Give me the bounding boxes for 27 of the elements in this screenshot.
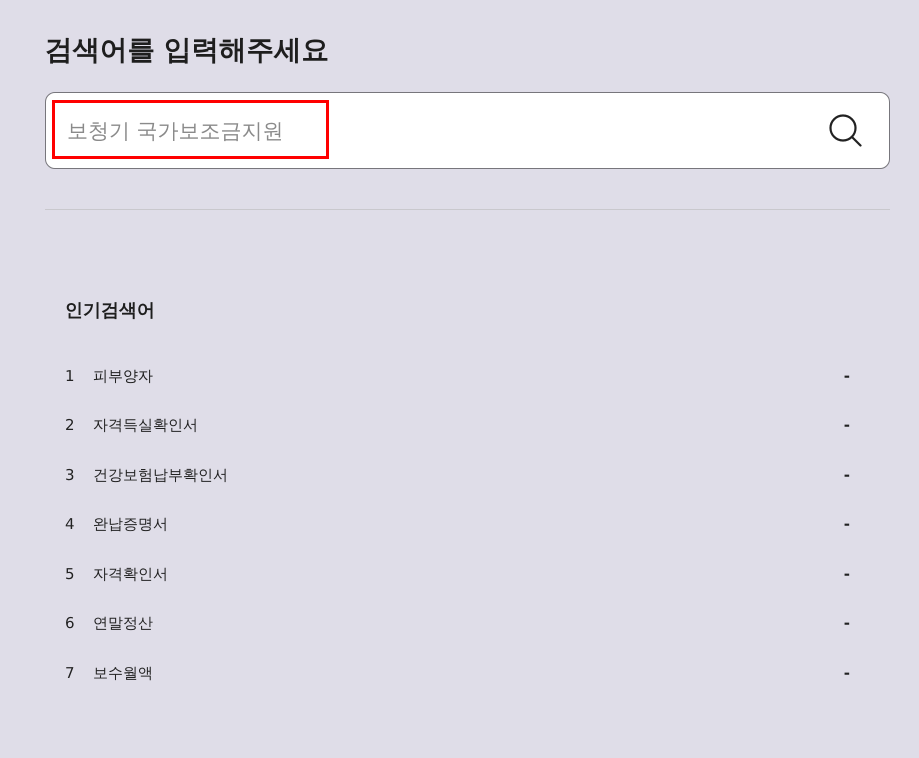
- rank-number: 1: [65, 366, 76, 386]
- rank-change: -: [844, 613, 850, 634]
- rank-number: 2: [65, 415, 76, 436]
- search-button[interactable]: [829, 114, 862, 147]
- search-icon: [829, 114, 862, 147]
- keyword-link[interactable]: 완납증명서: [93, 513, 168, 536]
- search-box[interactable]: 보청기 국가보조금지원: [45, 92, 890, 169]
- keyword-link[interactable]: 피부양자: [93, 364, 153, 387]
- rank-change: -: [844, 366, 850, 386]
- rank-change: -: [844, 514, 850, 535]
- rank-change: -: [844, 564, 850, 584]
- search-input[interactable]: 보청기 국가보조금지원: [46, 102, 346, 158]
- keyword-link[interactable]: 보수월액: [93, 662, 153, 684]
- keyword-link[interactable]: 자격득실확인서: [93, 414, 198, 436]
- keyword-link[interactable]: 건강보험납부확인서: [93, 464, 228, 486]
- page-title: 검색어를 입력해주세요: [45, 33, 330, 68]
- keyword-link[interactable]: 연말정산: [93, 612, 153, 634]
- rank-number: 3: [65, 464, 76, 486]
- rank-number: 5: [65, 564, 76, 584]
- rank-change: -: [844, 662, 850, 684]
- rank-number: 7: [65, 662, 76, 684]
- rank-number: 6: [65, 613, 76, 634]
- rank-number: 4: [65, 514, 76, 535]
- keyword-link[interactable]: 자격확인서: [93, 562, 168, 585]
- section-heading: 인기검색어: [65, 299, 156, 323]
- rank-change: -: [844, 415, 850, 436]
- rank-change: -: [844, 464, 850, 486]
